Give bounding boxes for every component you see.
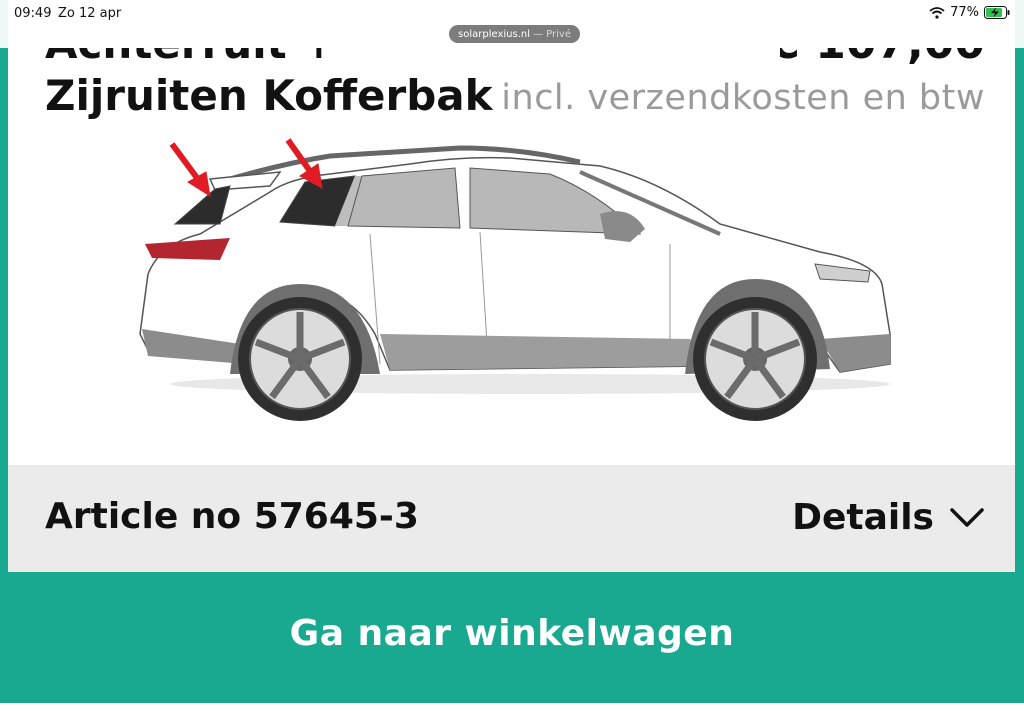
- battery-percent: 77%: [950, 5, 979, 20]
- product-title-line2: Zijruiten Kofferbak: [45, 71, 493, 120]
- private-label: — Privé: [533, 28, 571, 40]
- product-title-line1: Achterruit +: [45, 48, 493, 70]
- article-number: Article no 57645-3: [45, 496, 419, 537]
- url-text: solarplexius.nl: [458, 28, 530, 40]
- product-title: Achterruit + Zijruiten Kofferbak: [45, 48, 493, 122]
- details-toggle[interactable]: Details: [792, 497, 984, 538]
- status-date: Zo 12 apr: [58, 6, 122, 21]
- price-clip: € 107,00: [780, 48, 1000, 68]
- car-illustration: [139, 138, 891, 421]
- product-price: € 107,00: [780, 48, 985, 68]
- battery-charging-icon: [984, 6, 1010, 19]
- status-time: 09:49: [14, 6, 52, 21]
- go-to-cart-label: Ga naar winkelwagen: [289, 613, 735, 654]
- wifi-icon: [929, 6, 945, 19]
- bottom-strip: [0, 703, 1024, 711]
- url-pill[interactable]: solarplexius.nl — Privé: [449, 25, 580, 43]
- chevron-down-icon: [950, 507, 984, 527]
- price-note: incl. verzendkosten en btw: [501, 78, 985, 118]
- go-to-cart-button[interactable]: Ga naar winkelwagen: [0, 572, 1024, 703]
- details-label: Details: [792, 497, 934, 538]
- status-right: 77%: [929, 5, 1010, 20]
- status-bar: 09:49 Zo 12 apr 77% solarplexius.nl — Pr…: [0, 0, 1024, 48]
- arrow-rear-window-icon: [169, 142, 211, 198]
